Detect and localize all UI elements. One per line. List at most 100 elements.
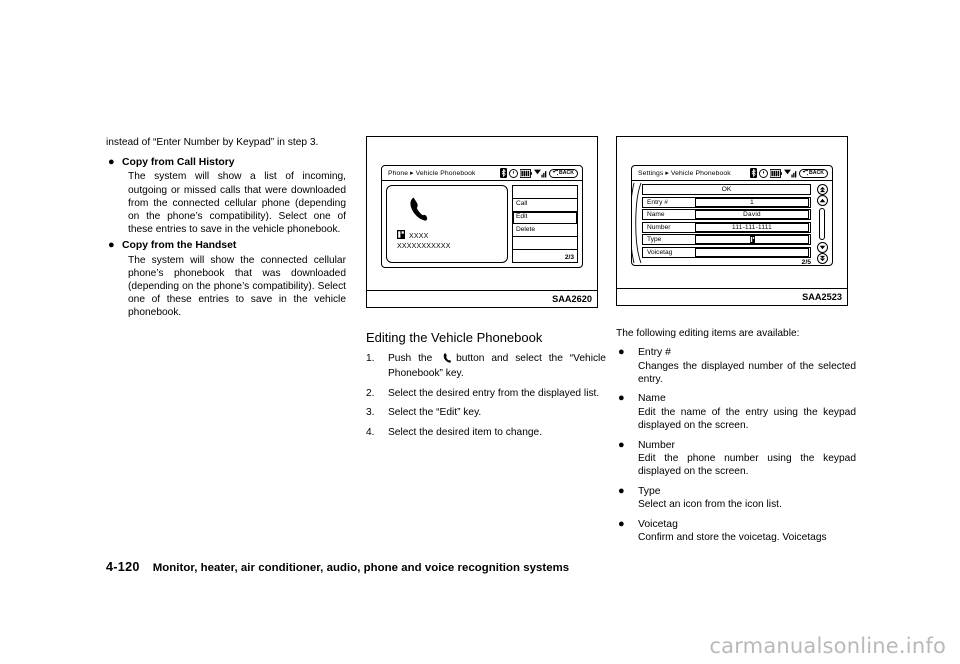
edit-row-label: Name xyxy=(647,211,665,218)
double-up-icon[interactable] xyxy=(816,184,828,195)
menu-item-blank-1[interactable] xyxy=(513,237,577,251)
editing-item-desc-number: Edit the phone number using the keypad d… xyxy=(638,453,856,478)
editing-item-entry-number: ● Entry # xyxy=(616,346,856,359)
bullet-icon: ● xyxy=(618,517,625,530)
edit-row-number[interactable]: Number 111-111-1111 xyxy=(642,221,811,233)
signal-icon xyxy=(534,169,547,178)
step-text: Push the button and select the “Vehicle … xyxy=(388,352,606,381)
up-arrow-icon[interactable] xyxy=(816,195,828,206)
step-text: Select the desired entry from the displa… xyxy=(388,387,600,399)
editing-item-desc-type: Select an icon from the icon list. xyxy=(638,499,782,511)
menu-item-call[interactable]: Call xyxy=(513,199,577,212)
contact-card: XXXX XXXXXXXXXXX xyxy=(386,185,508,263)
menu-item-blank-top[interactable] xyxy=(513,186,577,199)
bullet-icon: ● xyxy=(108,239,115,252)
edit-row-label: Entry # xyxy=(647,198,668,206)
screen-header: Phone ▸ Vehicle Phonebook BACK xyxy=(382,166,582,181)
bluetooth-icon xyxy=(750,168,757,178)
step-3: 3. Select the “Edit” key. xyxy=(366,406,606,419)
step-number: 1. xyxy=(366,353,375,364)
back-button[interactable]: BACK xyxy=(799,168,828,178)
editing-item-name: ● Name xyxy=(616,392,856,405)
step-text-before: Push the xyxy=(388,353,433,364)
head-unit-screen-phonebook: Phone ▸ Vehicle Phonebook BACK XXXX XXXX… xyxy=(381,165,583,268)
head-unit-screen-edit-entry: Settings ▸ Vehicle Phonebook BACK OK Ent… xyxy=(631,165,833,266)
status-icon-group: BACK xyxy=(750,168,828,178)
ok-button[interactable]: OK xyxy=(642,184,811,195)
edit-row-value[interactable] xyxy=(695,247,809,257)
step-number: 2. xyxy=(366,387,375,399)
context-menu-list: Call Edit Delete 2/3 xyxy=(512,185,578,263)
contact-type-icon xyxy=(749,236,755,246)
edit-field-list: OK Entry # 1 Name David Number 111-111-1… xyxy=(642,184,811,258)
middle-column: Phone ▸ Vehicle Phonebook BACK XXXX XXXX… xyxy=(366,136,606,439)
bullet-icon: ● xyxy=(618,484,625,497)
bullet-body-copy-from-call-history: The system will show a list of incoming,… xyxy=(128,171,346,236)
back-arrow-icon xyxy=(802,170,808,176)
editing-item-label: Type xyxy=(638,485,661,497)
footer-chapter-title: Monitor, heater, air conditioner, audio,… xyxy=(152,562,570,574)
section-heading-editing-the-vehicle-phonebook: Editing the Vehicle Phonebook xyxy=(366,330,543,345)
figure-saa2523: Settings ▸ Vehicle Phonebook BACK OK Ent… xyxy=(616,136,848,306)
back-button-label: BACK xyxy=(559,169,574,176)
clock-icon xyxy=(759,168,768,178)
bullet-heading-copy-from-call-history: ● Copy from Call History xyxy=(106,156,346,169)
edit-row-voicetag[interactable]: Voicetag xyxy=(642,246,811,258)
battery-icon xyxy=(519,168,532,178)
editing-item-desc-entry-number: Changes the displayed number of the sele… xyxy=(638,360,856,386)
edit-row-type[interactable]: Type xyxy=(642,234,811,245)
edit-row-name[interactable]: Name David xyxy=(642,209,811,220)
back-button-label: BACK xyxy=(809,169,824,176)
screen-body: OK Entry # 1 Name David Number 111-111-1… xyxy=(632,181,832,266)
step-1: 1. Push the button and select the “Vehic… xyxy=(366,352,606,381)
step-number: 3. xyxy=(366,407,375,419)
figure-inner: Settings ▸ Vehicle Phonebook BACK OK Ent… xyxy=(617,137,847,288)
clock-icon xyxy=(509,168,518,178)
edit-row-entry-number[interactable]: Entry # 1 xyxy=(642,196,811,208)
step-number: 4. xyxy=(366,426,375,438)
step-4: 4. Select the desired item to change. xyxy=(366,426,606,439)
site-watermark: carmanualsonline.info xyxy=(709,634,946,658)
menu-item-delete[interactable]: Delete xyxy=(513,224,577,238)
manual-page: instead of “Enter Number by Keypad” in s… xyxy=(0,0,960,664)
figure-caption-saa2620: SAA2620 xyxy=(367,290,597,307)
down-arrow-icon[interactable] xyxy=(816,242,828,253)
status-icon-group: BACK xyxy=(500,168,578,178)
step-2: 2. Select the desired entry from the dis… xyxy=(366,387,606,400)
screen-breadcrumb: Phone ▸ Vehicle Phonebook xyxy=(388,170,476,177)
double-down-icon[interactable] xyxy=(816,253,828,264)
page-indicator: 2/3 xyxy=(564,254,574,261)
figure-caption-saa2523: SAA2523 xyxy=(617,288,847,305)
contact-name-line2: XXXXXXXXXXX xyxy=(397,243,451,250)
editing-item-desc-voicetag: Confirm and store the voicetag. Voicetag… xyxy=(638,532,827,544)
edit-row-label: Number xyxy=(647,223,671,231)
back-button[interactable]: BACK xyxy=(549,168,578,178)
edit-row-label: Type xyxy=(647,236,662,243)
handset-icon xyxy=(407,196,431,227)
contact-type-icon xyxy=(397,230,405,242)
bullet-icon: ● xyxy=(618,392,625,405)
editing-item-desc-name: Edit the name of the entry using the key… xyxy=(638,406,856,432)
contact-name-block: XXXX XXXXXXXXXXX xyxy=(397,230,451,251)
menu-item-edit[interactable]: Edit xyxy=(513,212,577,225)
edit-row-value[interactable]: 1 xyxy=(695,197,809,207)
scrollbar-track[interactable] xyxy=(819,208,825,240)
step-text: Select the “Edit” key. xyxy=(388,407,482,419)
edit-row-label: Voicetag xyxy=(647,248,673,256)
editing-item-label: Number xyxy=(638,439,675,451)
edit-row-value[interactable]: 111-111-1111 xyxy=(695,222,809,232)
edit-row-value[interactable] xyxy=(695,235,809,244)
figure-saa2620: Phone ▸ Vehicle Phonebook BACK XXXX XXXX… xyxy=(366,136,598,308)
contact-name-line1: XXXX xyxy=(409,233,429,240)
editing-item-label: Entry # xyxy=(638,347,671,359)
page-number: 4-120 xyxy=(106,560,140,574)
bullet-heading-label: Copy from the Handset xyxy=(122,240,237,252)
figure-inner: Phone ▸ Vehicle Phonebook BACK XXXX XXXX… xyxy=(367,137,597,290)
page-indicator: 2/5 xyxy=(801,259,811,266)
right-intro-text: The following editing items are availabl… xyxy=(616,328,800,339)
bluetooth-icon xyxy=(500,168,507,178)
bullet-heading-copy-from-the-handset: ● Copy from the Handset xyxy=(106,239,346,252)
bullet-icon: ● xyxy=(618,438,625,451)
bullet-heading-label: Copy from Call History xyxy=(122,157,235,169)
edit-row-value[interactable]: David xyxy=(695,210,809,219)
